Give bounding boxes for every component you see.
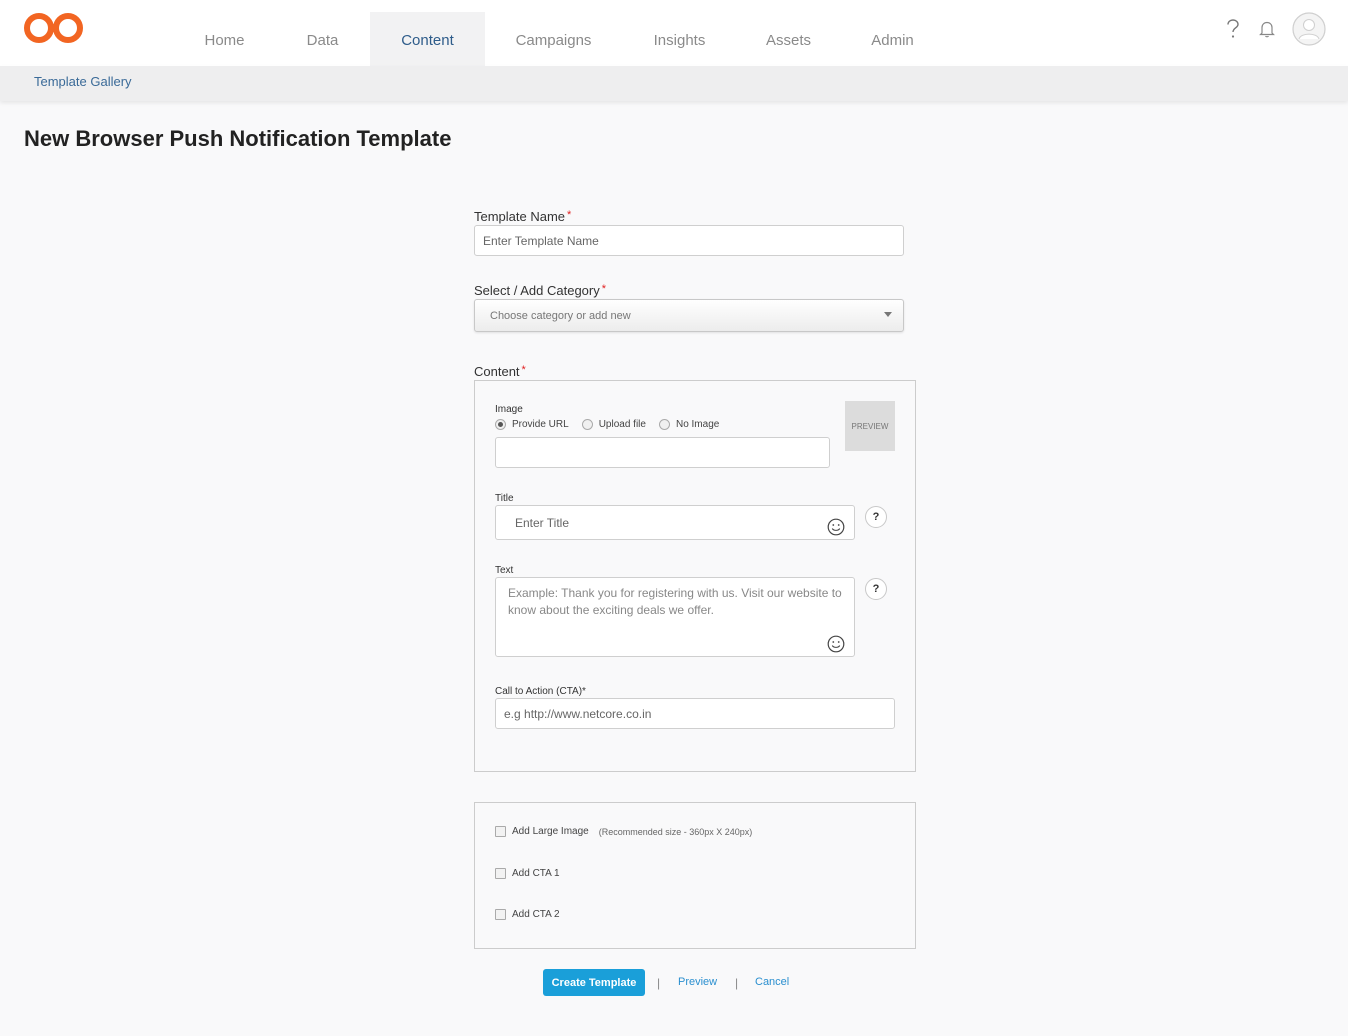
- cta-input[interactable]: [495, 698, 895, 729]
- nav-label: Admin: [871, 31, 914, 49]
- nav-label: Content: [401, 31, 454, 49]
- content-label: Content *: [474, 364, 526, 379]
- separator: |: [657, 976, 661, 990]
- title-input[interactable]: [495, 505, 855, 540]
- template-name-label-text: Template Name: [474, 209, 566, 224]
- avatar-icon[interactable]: [1292, 12, 1326, 46]
- add-large-image-row: Add Large Image (Recommended size - 360p…: [495, 826, 752, 837]
- nav-home[interactable]: Home: [174, 12, 275, 66]
- content-label-text: Content: [474, 364, 520, 379]
- help-icon[interactable]: [1222, 13, 1244, 45]
- radio-provide-url-label[interactable]: Provide URL: [512, 419, 569, 430]
- nav-label: Data: [306, 31, 339, 49]
- top-bar: Home Data Content Campaigns Insights Ass…: [0, 0, 1348, 66]
- nav-campaigns[interactable]: Campaigns: [485, 12, 622, 66]
- cta-label: Call to Action (CTA)*: [495, 686, 586, 697]
- category-select[interactable]: Choose category or add new: [474, 299, 904, 332]
- create-template-button[interactable]: Create Template: [543, 969, 645, 996]
- add-cta2-row: Add CTA 2: [495, 909, 560, 920]
- main-nav: Home Data Content Campaigns Insights Ass…: [174, 12, 945, 66]
- nav-label: Home: [204, 31, 245, 49]
- page-title: New Browser Push Notification Template: [24, 126, 452, 151]
- template-name-label: Template Name *: [474, 209, 571, 224]
- radio-no-image[interactable]: [658, 419, 670, 430]
- add-cta1-label[interactable]: Add CTA 1: [512, 868, 560, 879]
- radio-upload-file[interactable]: [581, 419, 593, 430]
- text-textarea[interactable]: [495, 577, 855, 657]
- radio-no-image-label[interactable]: No Image: [676, 419, 719, 430]
- nav-insights[interactable]: Insights: [622, 12, 737, 66]
- required-mark: *: [521, 364, 526, 376]
- emoji-icon[interactable]: [827, 518, 845, 536]
- breadcrumb-bar: Template Gallery: [0, 66, 1348, 101]
- add-cta2-label[interactable]: Add CTA 2: [512, 909, 560, 920]
- title-label: Title: [495, 493, 514, 504]
- text-label: Text: [495, 565, 514, 576]
- nav-label: Campaigns: [515, 31, 592, 49]
- nav-assets[interactable]: Assets: [737, 12, 840, 66]
- emoji-icon[interactable]: [827, 635, 845, 653]
- nav-data[interactable]: Data: [275, 12, 370, 66]
- image-preview: PREVIEW: [845, 401, 895, 451]
- nav-label: Insights: [653, 31, 706, 49]
- add-cta2-checkbox[interactable]: [495, 909, 506, 920]
- preview-link[interactable]: Preview: [678, 976, 717, 988]
- radio-provide-url[interactable]: [495, 419, 506, 430]
- bell-icon[interactable]: [1256, 13, 1278, 45]
- add-large-image-checkbox[interactable]: [495, 826, 506, 837]
- image-label: Image: [495, 404, 523, 415]
- required-mark: *: [567, 209, 572, 221]
- category-placeholder: Choose category or add new: [490, 310, 631, 322]
- netcore-logo-icon[interactable]: [22, 10, 86, 46]
- category-label-text: Select / Add Category: [474, 283, 600, 298]
- separator: |: [735, 976, 739, 990]
- add-large-image-label[interactable]: Add Large Image: [512, 826, 589, 837]
- caret-down-icon: [884, 312, 892, 317]
- radio-upload-file-label[interactable]: Upload file: [599, 419, 646, 430]
- top-icons: [1222, 12, 1326, 46]
- nav-admin[interactable]: Admin: [840, 12, 945, 66]
- cancel-link[interactable]: Cancel: [755, 976, 789, 988]
- add-cta1-row: Add CTA 1: [495, 868, 560, 879]
- add-cta1-checkbox[interactable]: [495, 868, 506, 879]
- image-url-input[interactable]: [495, 437, 830, 468]
- text-help-icon[interactable]: ?: [865, 578, 887, 600]
- category-label: Select / Add Category *: [474, 283, 606, 298]
- nav-content[interactable]: Content: [370, 12, 485, 66]
- title-help-icon[interactable]: ?: [865, 506, 887, 528]
- large-image-hint: (Recommended size - 360px X 240px): [598, 826, 753, 837]
- breadcrumb-template-gallery[interactable]: Template Gallery: [34, 74, 132, 89]
- image-source-options: Provide URL Upload file No Image: [495, 419, 732, 430]
- required-mark: *: [601, 283, 607, 295]
- template-name-input[interactable]: [474, 225, 904, 256]
- nav-label: Assets: [765, 31, 811, 49]
